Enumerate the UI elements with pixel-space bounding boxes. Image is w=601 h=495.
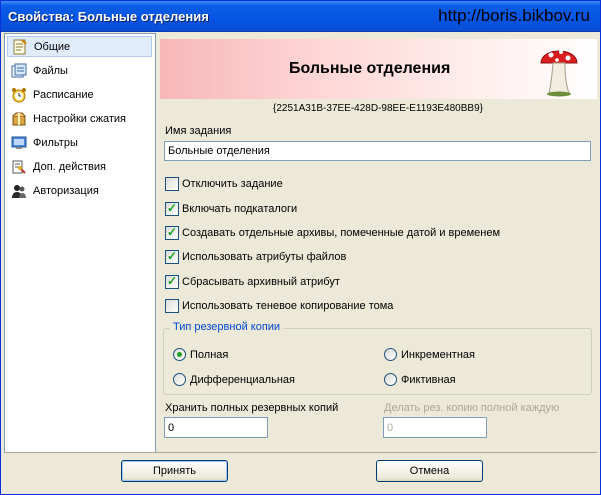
checkbox-reset-archive-attr[interactable]: ✓ Сбрасывать архивный атрибут bbox=[165, 274, 340, 289]
mushroom-icon bbox=[539, 41, 579, 100]
radio-unselected-icon[interactable] bbox=[384, 348, 397, 361]
properties-window: Свойства: Больные отделения http://boris… bbox=[0, 0, 601, 495]
radio-selected-icon[interactable] bbox=[173, 348, 186, 361]
radio-fictive[interactable]: Фиктивная bbox=[384, 373, 456, 386]
checkbox-label: Создавать отдельные архивы, помеченные д… bbox=[182, 227, 501, 239]
sidebar-item-label: Доп. действия bbox=[33, 160, 106, 173]
full-every-input bbox=[383, 417, 487, 438]
full-every-label: Делать рез. копию полной каждую bbox=[384, 402, 560, 414]
radio-differential[interactable]: Дифференциальная bbox=[173, 373, 295, 386]
sidebar-item-label: Расписание bbox=[33, 88, 94, 101]
accept-button-label: Принять bbox=[153, 465, 196, 477]
sidebar-item-compression[interactable]: Настройки сжатия bbox=[7, 108, 152, 129]
accept-button[interactable]: Принять bbox=[121, 460, 228, 482]
checkbox-disable-task[interactable]: Отключить задание bbox=[165, 177, 283, 191]
checkbox-label: Отключить задание bbox=[182, 178, 283, 190]
files-icon bbox=[11, 63, 27, 79]
sidebar-item-filters[interactable]: Фильтры bbox=[7, 132, 152, 153]
checkbox-separate-archives[interactable]: ✓ Создавать отдельные архивы, помеченные… bbox=[165, 225, 501, 240]
title-bar[interactable]: Свойства: Больные отделения http://boris… bbox=[1, 1, 600, 32]
checkbox-unchecked-icon[interactable] bbox=[165, 299, 179, 313]
cancel-button[interactable]: Отмена bbox=[376, 460, 483, 482]
checkbox-checked-icon[interactable]: ✓ bbox=[165, 274, 179, 289]
keep-full-input[interactable] bbox=[164, 417, 268, 438]
sidebar-item-label: Фильтры bbox=[33, 136, 78, 149]
checkbox-include-subdirs[interactable]: ✓ Включать подкаталоги bbox=[165, 201, 298, 216]
radio-full[interactable]: Полная bbox=[173, 348, 228, 361]
alarm-clock-icon bbox=[11, 87, 27, 103]
sidebar-item-label: Настройки сжатия bbox=[33, 112, 126, 125]
sidebar-item-label: Общие bbox=[34, 40, 71, 53]
sidebar-item-schedule[interactable]: Расписание bbox=[7, 84, 152, 105]
radio-label: Инкрементная bbox=[401, 348, 475, 361]
checkbox-unchecked-icon[interactable] bbox=[165, 177, 179, 191]
radio-unselected-icon[interactable] bbox=[173, 373, 186, 386]
header-banner: Больные отделения bbox=[160, 39, 597, 99]
checkbox-label: Использовать теневое копирование тома bbox=[182, 300, 394, 312]
radio-label: Полная bbox=[190, 348, 229, 361]
radio-unselected-icon[interactable] bbox=[384, 373, 397, 386]
sidebar-item-label: Файлы bbox=[33, 64, 68, 77]
divider bbox=[4, 452, 597, 453]
radio-label: Фиктивная bbox=[401, 373, 456, 386]
sidebar-item-general[interactable]: Общие bbox=[7, 36, 152, 57]
sidebar-item-extra-actions[interactable]: Доп. действия bbox=[7, 156, 152, 177]
sidebar-item-files[interactable]: Файлы bbox=[7, 60, 152, 81]
sidebar-nav: Общие Файлы Расписание Настройки сжатия … bbox=[4, 33, 156, 453]
radio-label: Дифференциальная bbox=[190, 373, 295, 386]
watermark-text: http://boris.bikbov.ru bbox=[438, 6, 590, 25]
cancel-button-label: Отмена bbox=[409, 465, 450, 477]
general-icon bbox=[12, 38, 28, 55]
checkbox-use-file-attributes[interactable]: ✓ Использовать атрибуты файлов bbox=[165, 249, 347, 264]
keep-full-label: Хранить полных резервных копий bbox=[165, 402, 339, 414]
window-title: Свойства: Больные отделения bbox=[8, 9, 209, 24]
checkbox-label: Сбрасывать архивный атрибут bbox=[182, 276, 340, 288]
checkbox-checked-icon[interactable]: ✓ bbox=[165, 225, 179, 240]
users-icon bbox=[11, 183, 27, 199]
checkbox-label: Включать подкаталоги bbox=[182, 203, 298, 215]
compression-icon bbox=[11, 111, 27, 127]
task-name-input[interactable] bbox=[164, 141, 591, 161]
backup-type-title: Тип резервной копии bbox=[170, 321, 284, 333]
sidebar-item-authorization[interactable]: Авторизация bbox=[7, 180, 152, 201]
filter-monitor-icon bbox=[11, 135, 27, 151]
checkbox-checked-icon[interactable]: ✓ bbox=[165, 201, 179, 216]
checkbox-shadow-copy[interactable]: Использовать теневое копирование тома bbox=[165, 299, 393, 313]
page-title: Больные отделения bbox=[289, 60, 451, 77]
checkbox-checked-icon[interactable]: ✓ bbox=[165, 249, 179, 264]
checkbox-label: Использовать атрибуты файлов bbox=[182, 251, 347, 263]
actions-icon bbox=[11, 159, 27, 175]
task-guid: {2251A31B-37EE-428D-98EE-E1193E480BB9} bbox=[273, 103, 483, 114]
radio-incremental[interactable]: Инкрементная bbox=[384, 348, 475, 361]
sidebar-item-label: Авторизация bbox=[33, 184, 99, 197]
task-name-label: Имя задания bbox=[165, 125, 232, 137]
